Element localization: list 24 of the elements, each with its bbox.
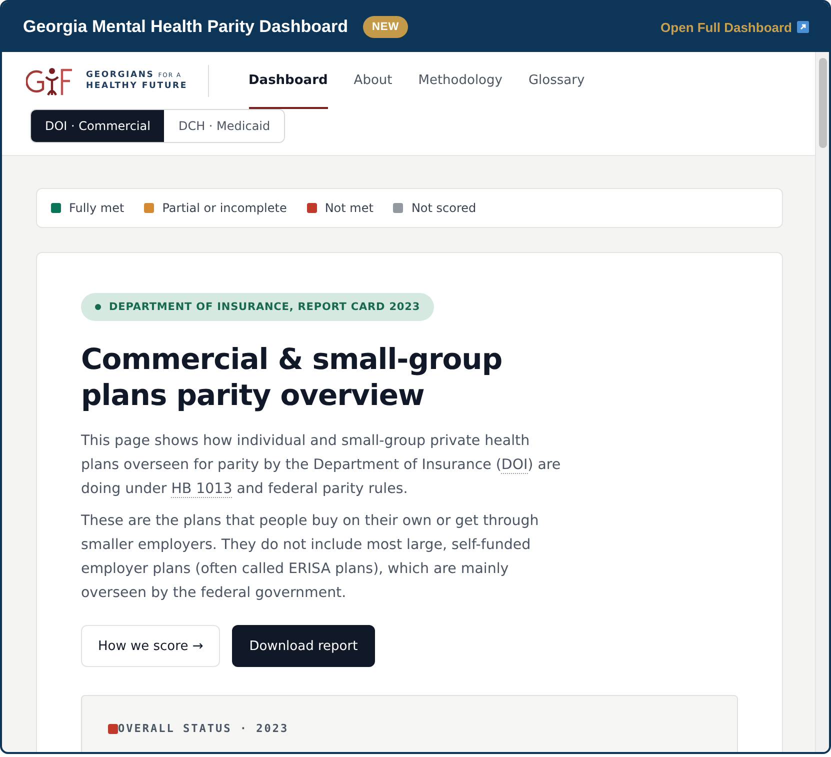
external-link-icon (797, 21, 809, 33)
intro-paragraph: These are the plans that people buy on their own or get through smaller employers. They do not include most large, self-funded employer plans (often called ERISA plans), which are mainly overseen by the federal government. (81, 512, 540, 603)
legend-label: Fully met (69, 201, 124, 215)
new-badge: NEW (362, 16, 408, 38)
report-tag-label: DEPARTMENT OF INSURANCE, REPORT CARD 2023 (109, 301, 420, 313)
dashboard-title: Georgia Mental Health Parity Dashboard (23, 17, 348, 37)
scrollbar[interactable] (815, 52, 829, 752)
legend-label: Partial or incomplete (162, 201, 287, 215)
legend-label: Not scored (411, 201, 476, 215)
download-button[interactable]: Download report (232, 625, 375, 667)
term-link[interactable]: DOI (501, 457, 528, 474)
term-link[interactable]: HB 1013 (171, 481, 232, 498)
page-heading: Commercial & small-group plans parity overview (81, 341, 504, 413)
nav-tab[interactable]: About (354, 52, 392, 109)
open-full-dashboard-link[interactable]: Open Full Dashboard (660, 20, 809, 34)
score-button[interactable]: How we score → (81, 625, 220, 667)
dot-icon (95, 304, 101, 310)
nav-tab[interactable]: Methodology (418, 52, 502, 109)
intro-paragraph: This page shows how individual and small-group private health plans overseen for parity by the Department of Insurance (DOI) are doing under HB 1013 and federal parity rules. (81, 432, 562, 500)
segment-tab[interactable]: DOI · Commercial (31, 110, 164, 142)
nav-tab[interactable]: Glossary (528, 52, 585, 109)
brand-tagline: HEALTHY FUTURE (86, 80, 188, 92)
legend-label: Not met (324, 201, 374, 215)
status-label: OVERALL STATUS · 2023 (118, 722, 289, 735)
